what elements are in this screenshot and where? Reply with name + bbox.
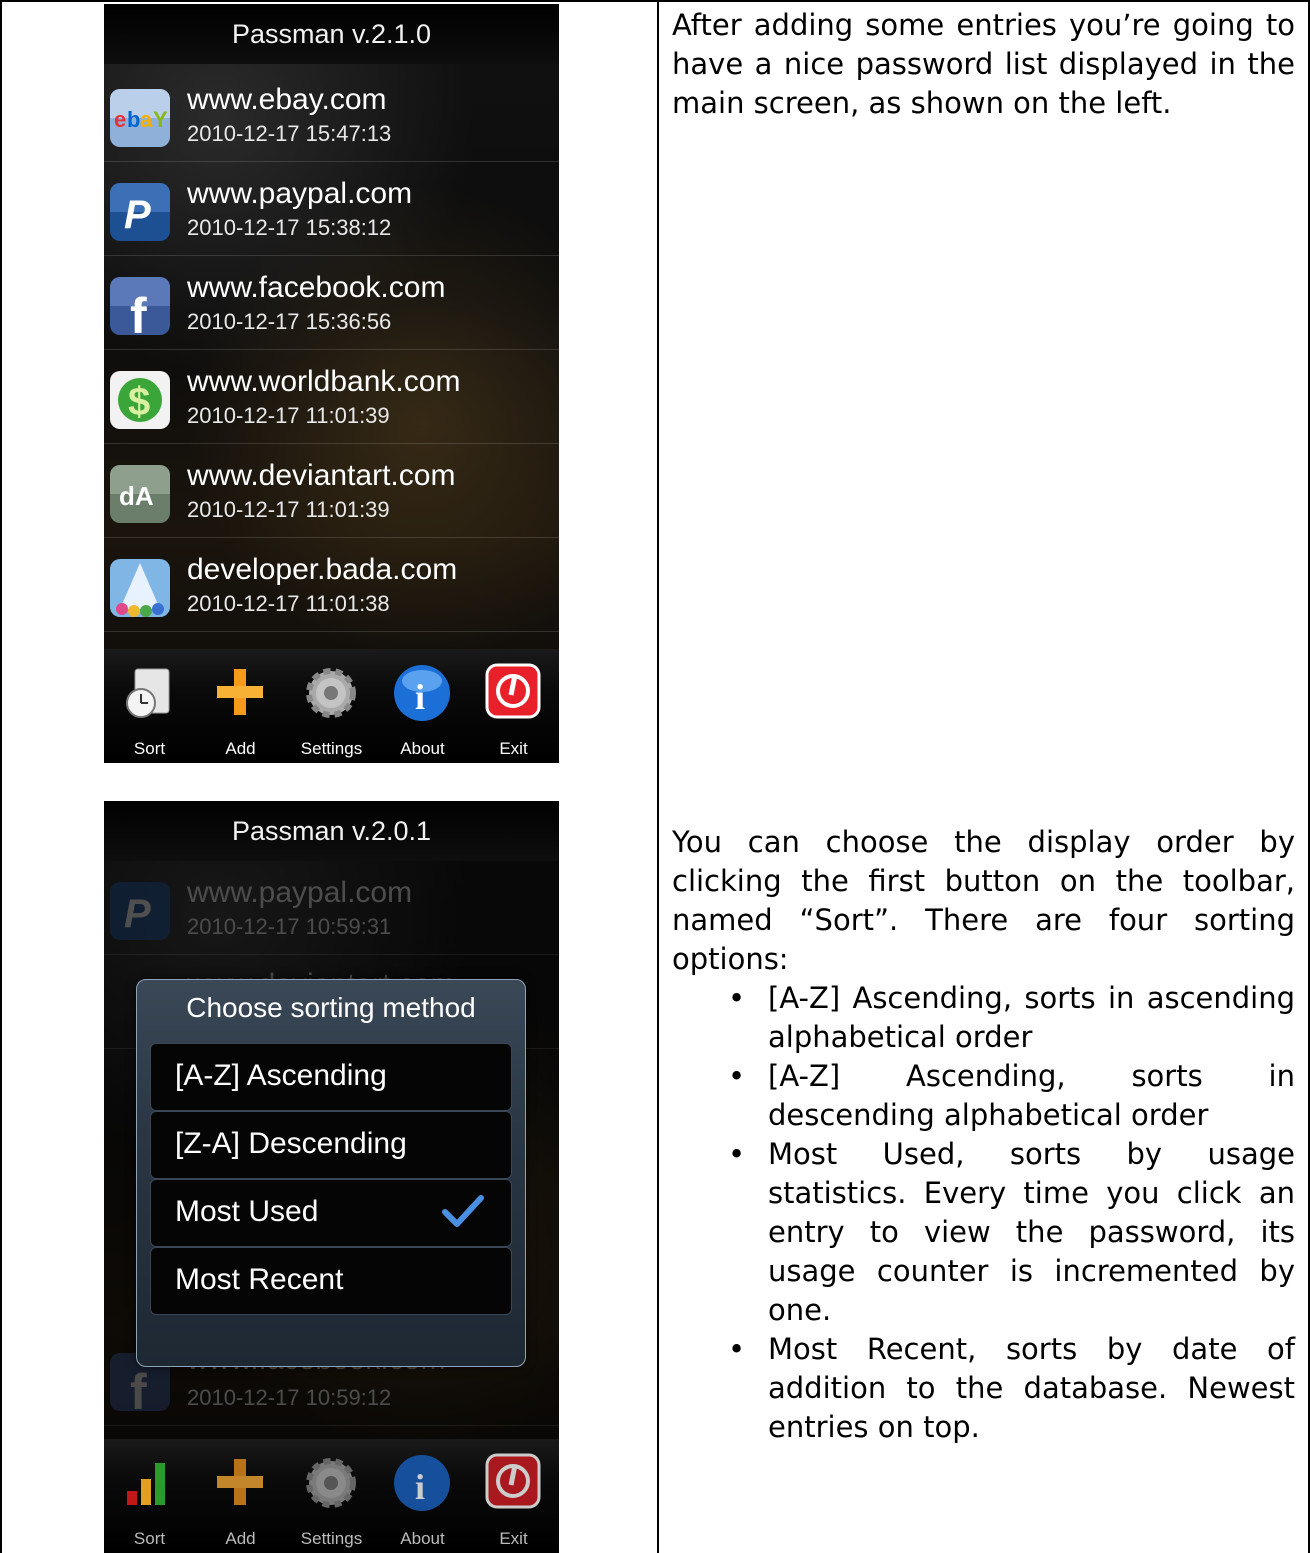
bottom-toolbar: Sort Add Settings i About Exit	[104, 649, 559, 763]
svg-text:f: f	[130, 288, 147, 335]
phone-screenshot-sort-dialog: Passman v.2.0.1 P www.paypal.com 2010-12…	[104, 801, 559, 1553]
plus-icon	[217, 1459, 263, 1505]
entry-site: www.worldbank.com	[187, 365, 461, 398]
paypal-icon: P	[110, 183, 170, 241]
about-label: About	[400, 1529, 445, 1548]
dialog-title: Choose sorting method	[186, 992, 476, 1023]
svg-text:b: b	[127, 107, 140, 132]
table-border-left	[0, 0, 2, 1553]
add-button[interactable]: Add	[195, 1439, 286, 1553]
sort-label: Sort	[133, 739, 166, 758]
entry-site: developer.bada.com	[187, 553, 458, 586]
sorting-intro-paragraph: You can choose the display order by clic…	[672, 825, 1295, 976]
list-item[interactable]: dA www.deviantart.com 2010-12-17 11:01:3…	[104, 443, 559, 538]
bottom-toolbar: Sort Add Settings i About Exit	[104, 1439, 559, 1553]
about-label: About	[400, 739, 445, 758]
settings-label: Settings	[300, 739, 363, 758]
power-icon	[485, 1453, 541, 1509]
svg-text:$: $	[128, 380, 150, 424]
entry-site: www.deviantart.com	[187, 459, 456, 492]
table-border-top	[0, 0, 1310, 2]
facebook-icon: f	[110, 277, 170, 335]
entry-site: www.paypal.com	[187, 177, 413, 210]
sort-option-ascending[interactable]: [A-Z] Ascending	[150, 1043, 512, 1111]
gear-icon	[306, 668, 356, 718]
sort-option-most-used[interactable]: Most Used	[150, 1179, 512, 1247]
add-button[interactable]: Add	[195, 649, 286, 763]
info-icon: i	[394, 665, 450, 721]
settings-button[interactable]: Settings	[286, 649, 377, 763]
bada-icon	[110, 559, 170, 617]
info-icon: i	[394, 1455, 450, 1511]
svg-text:i: i	[415, 677, 425, 717]
sort-clock-icon	[126, 668, 170, 718]
sort-button[interactable]: Sort	[104, 1439, 195, 1553]
power-icon	[485, 663, 541, 719]
list-item[interactable]: developer.bada.com 2010-12-17 11:01:38	[104, 537, 559, 632]
plus-icon	[217, 669, 263, 715]
exit-button[interactable]: Exit	[468, 1439, 559, 1553]
list-item[interactable]: ebaY www.ebay.com 2010-12-17 15:47:13	[104, 67, 559, 162]
svg-text:P: P	[124, 193, 151, 237]
sort-label: Sort	[133, 1529, 166, 1548]
about-button[interactable]: i About	[377, 1439, 468, 1553]
description-paragraph: After adding some entries you’re going t…	[672, 8, 1295, 120]
list-item: Most Recent, sorts by date of addition t…	[672, 1330, 1295, 1447]
entry-date: 2010-12-17 15:38:12	[187, 215, 392, 240]
about-button[interactable]: i About	[377, 649, 468, 763]
add-label: Add	[225, 739, 256, 758]
entry-site: www.ebay.com	[187, 83, 387, 116]
settings-label: Settings	[300, 1529, 363, 1548]
ebay-icon: ebaY	[110, 89, 170, 147]
list-item[interactable]: P www.paypal.com 2010-12-17 15:38:12	[104, 161, 559, 256]
app-title: Passman v.2.0.1	[104, 801, 559, 861]
svg-text:a: a	[140, 107, 153, 132]
table-column-divider	[657, 0, 659, 1553]
exit-button[interactable]: Exit	[468, 649, 559, 763]
list-item: [A-Z] Ascending, sorts in ascending alph…	[672, 979, 1295, 1057]
sorting-options-list: [A-Z] Ascending, sorts in ascending alph…	[672, 979, 1295, 1447]
gear-icon	[306, 1458, 356, 1508]
list-item: Most Used, sorts by usage statistics. Ev…	[672, 1135, 1295, 1330]
sort-option-most-recent[interactable]: Most Recent	[150, 1247, 512, 1315]
phone-screenshot-main-list: Passman v.2.1.0 ebaY www.ebay.com 2010-1…	[104, 4, 559, 763]
entry-date: 2010-12-17 11:01:38	[187, 591, 390, 616]
entry-date: 2010-12-17 11:01:39	[187, 403, 390, 428]
list-item[interactable]: f www.facebook.com 2010-12-17 15:36:56	[104, 255, 559, 350]
bar-chart-icon	[127, 1463, 165, 1505]
list-item: [A-Z] Ascending, sorts in descending alp…	[672, 1057, 1295, 1135]
dollar-icon: $	[110, 371, 170, 429]
entry-date: 2010-12-17 11:01:39	[187, 497, 390, 522]
sort-button[interactable]: Sort	[104, 649, 195, 763]
entry-date: 2010-12-17 15:36:56	[187, 309, 392, 334]
entry-date: 2010-12-17 15:47:13	[187, 121, 392, 146]
add-label: Add	[225, 1529, 256, 1548]
app-title: Passman v.2.1.0	[104, 4, 559, 64]
exit-label: Exit	[499, 739, 528, 758]
checkmark-icon	[442, 1195, 484, 1227]
svg-text:i: i	[415, 1467, 425, 1507]
list-item[interactable]: $ www.worldbank.com 2010-12-17 11:01:39	[104, 349, 559, 444]
svg-text:Y: Y	[153, 107, 168, 132]
settings-button[interactable]: Settings	[286, 1439, 377, 1553]
sort-option-descending[interactable]: [Z-A] Descending	[150, 1111, 512, 1179]
svg-text:e: e	[114, 107, 126, 132]
entry-site: www.facebook.com	[187, 271, 446, 304]
exit-label: Exit	[499, 1529, 528, 1548]
deviantart-icon: dA	[110, 465, 170, 523]
svg-text:dA: dA	[119, 481, 154, 511]
sort-dialog: Choose sorting method [A-Z] Ascending [Z…	[136, 979, 526, 1367]
